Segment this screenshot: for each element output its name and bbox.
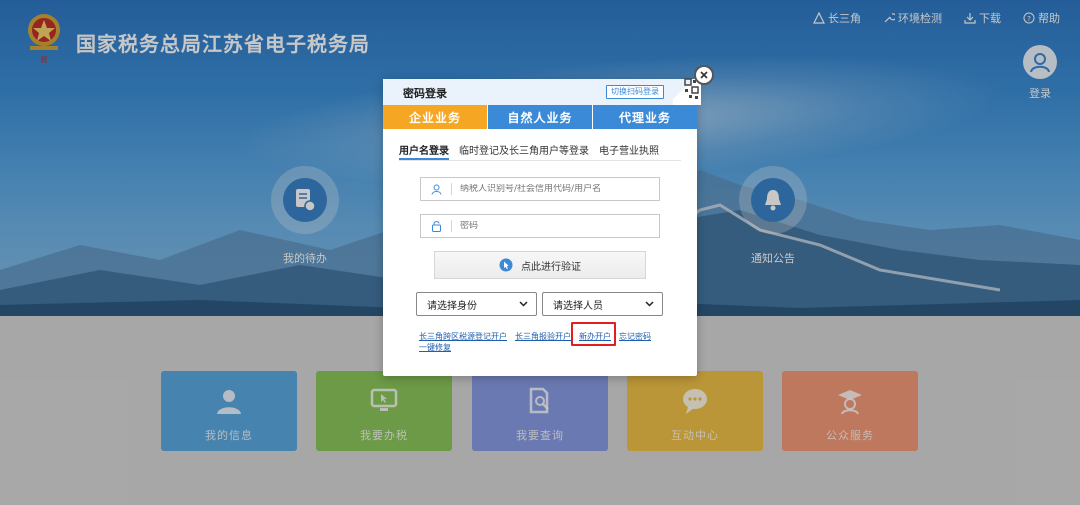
chevron-down-icon (519, 301, 528, 307)
business-tabs: 企业业务 自然人业务 代理业务 (383, 105, 697, 129)
identity-select[interactable]: 请选择身份 (416, 292, 537, 316)
tab-enterprise[interactable]: 企业业务 (383, 105, 487, 129)
dialog-header: 密码登录 切换扫码登录 (383, 73, 701, 105)
subtab-username-login[interactable]: 用户名登录 (399, 137, 449, 160)
pointer-icon (499, 258, 513, 272)
subtab-business-license[interactable]: 电子营业执照 (599, 137, 659, 160)
switch-qr-login-button[interactable]: 切换扫码登录 (606, 85, 664, 99)
link-cross-region-register[interactable]: 长三角跨区税源登记开户 (419, 331, 507, 342)
user-icon (431, 184, 441, 195)
tab-individual[interactable]: 自然人业务 (487, 105, 592, 129)
identity-select-value: 请选择身份 (427, 300, 477, 312)
verify-label: 点此进行验证 (521, 261, 581, 273)
login-dialog: 密码登录 切换扫码登录 企业业务 自然人业务 代理业务 用户名登录 临时登记及长… (383, 73, 701, 376)
person-select[interactable]: 请选择人员 (542, 292, 663, 316)
person-select-value: 请选择人员 (553, 300, 603, 312)
password-input[interactable] (460, 221, 650, 231)
login-method-tabs: 用户名登录 临时登记及长三角用户等登录 电子营业执照 (399, 137, 681, 161)
dialog-title: 密码登录 (403, 87, 447, 100)
chevron-down-icon (645, 301, 654, 307)
link-report-verify-register[interactable]: 长三角报验开户 (515, 331, 571, 342)
close-dialog-button[interactable] (694, 65, 714, 85)
link-one-click-repair[interactable]: 一键修复 (419, 342, 451, 353)
lock-icon (431, 221, 441, 232)
link-forgot-password[interactable]: 忘记密码 (619, 331, 651, 342)
close-icon (700, 71, 708, 79)
tab-agent[interactable]: 代理业务 (592, 105, 697, 129)
username-input[interactable] (460, 184, 650, 194)
username-field (420, 177, 660, 201)
password-field (420, 214, 660, 238)
link-new-account[interactable]: 新办开户 (579, 331, 611, 342)
verify-button[interactable]: 点此进行验证 (434, 251, 646, 279)
subtab-temporary-login[interactable]: 临时登记及长三角用户等登录 (459, 137, 589, 160)
